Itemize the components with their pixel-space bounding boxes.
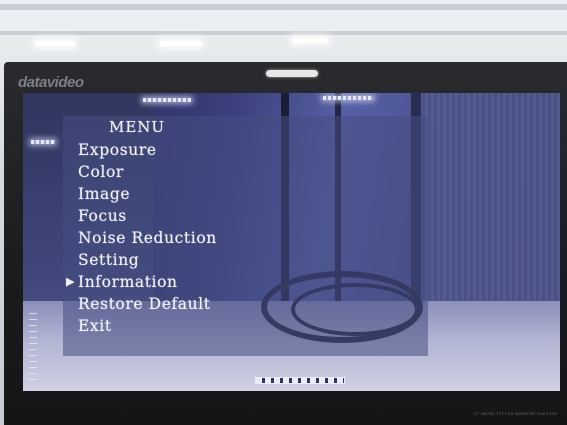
menu-item-color[interactable]: ▶ Color (63, 161, 217, 183)
osd-menu-title: MENU (109, 118, 166, 136)
ceiling-light (292, 38, 328, 43)
menu-item-information[interactable]: ▶ Information (63, 271, 217, 293)
ceiling-beam (0, 31, 567, 35)
ceiling-light (35, 41, 75, 46)
menu-item-label: Information (78, 273, 178, 291)
brand-logo: datavideo (18, 74, 84, 91)
menu-item-exposure[interactable]: ▶ Exposure (63, 139, 217, 161)
photo: datavideo MENU ▶ Exposure (0, 0, 567, 425)
monitor-screen: MENU ▶ Exposure ▶ Color ▶ Image (23, 93, 560, 391)
menu-item-exit[interactable]: ▶ Exit (63, 315, 217, 337)
light-sensor (266, 70, 318, 77)
menu-item-label: Focus (78, 207, 127, 225)
selection-arrow-icon: ▶ (66, 275, 76, 288)
menu-item-label: Color (78, 163, 124, 181)
menu-item-noise-reduction[interactable]: ▶ Noise Reduction (63, 227, 217, 249)
ceiling-light (160, 41, 202, 46)
menu-item-image[interactable]: ▶ Image (63, 183, 217, 205)
menu-item-label: Setting (78, 251, 140, 269)
monitor-bezel: datavideo MENU ▶ Exposure (4, 62, 567, 425)
menu-item-label: Exit (78, 317, 112, 335)
scene-ceiling-light (143, 98, 191, 102)
menu-item-label: Image (78, 185, 131, 203)
menu-item-label: Restore Default (78, 295, 211, 313)
menu-item-label: Noise Reduction (78, 229, 217, 247)
osd-menu-list: ▶ Exposure ▶ Color ▶ Image ▶ Focus (63, 139, 217, 337)
status-indicator (256, 378, 344, 383)
model-label: 17" HD/SD TFT LCD MONITOR TLM-170H (473, 411, 557, 416)
scene-ceiling-light (323, 96, 373, 100)
menu-item-label: Exposure (78, 141, 157, 159)
level-meter (29, 313, 37, 383)
ceiling-beam (0, 4, 567, 10)
menu-item-restore-default[interactable]: ▶ Restore Default (63, 293, 217, 315)
menu-item-focus[interactable]: ▶ Focus (63, 205, 217, 227)
scene-blinds (410, 93, 560, 303)
menu-item-setting[interactable]: ▶ Setting (63, 249, 217, 271)
scene-ceiling-light (31, 140, 55, 144)
